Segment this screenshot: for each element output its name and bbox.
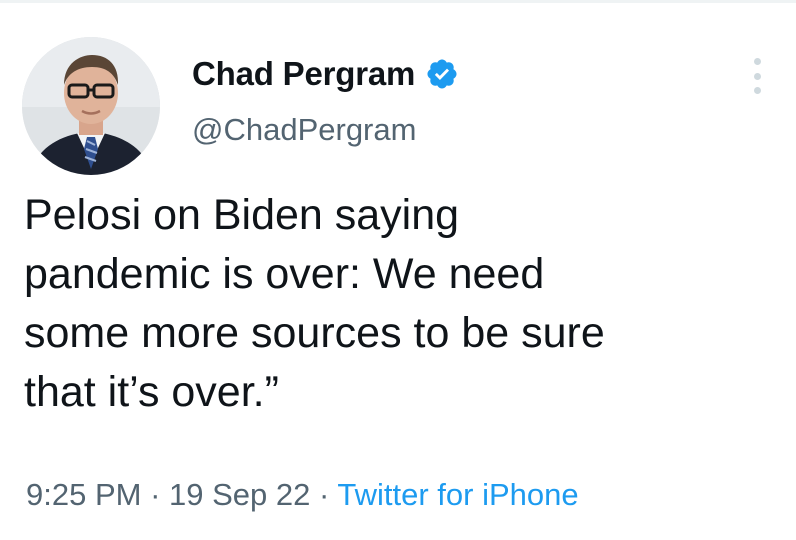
more-dot xyxy=(753,87,761,94)
tweet-meta: 9:25 PM · 19 Sep 22 · Twitter for iPhone xyxy=(26,477,579,513)
verified-badge-icon xyxy=(425,57,459,91)
tweet-card: Chad Pergram @ChadPergram Pelosi on Bide… xyxy=(0,0,796,540)
more-dot xyxy=(753,72,761,80)
tweet-text: Pelosi on Biden saying pandemic is over:… xyxy=(24,191,605,416)
avatar-image xyxy=(22,37,160,175)
meta-separator: · xyxy=(310,477,338,512)
tweet-time[interactable]: 9:25 PM xyxy=(26,477,141,512)
more-options-icon[interactable] xyxy=(742,54,772,98)
top-divider xyxy=(0,0,796,3)
author-name-row: Chad Pergram xyxy=(192,52,459,96)
tweet-date[interactable]: 19 Sep 22 xyxy=(169,477,310,512)
meta-separator: · xyxy=(141,477,170,512)
avatar[interactable] xyxy=(22,37,160,175)
more-dot xyxy=(753,58,761,65)
display-name[interactable]: Chad Pergram xyxy=(192,55,415,93)
tweet-source-link[interactable]: Twitter for iPhone xyxy=(337,477,578,512)
author-handle[interactable]: @ChadPergram xyxy=(192,112,416,148)
